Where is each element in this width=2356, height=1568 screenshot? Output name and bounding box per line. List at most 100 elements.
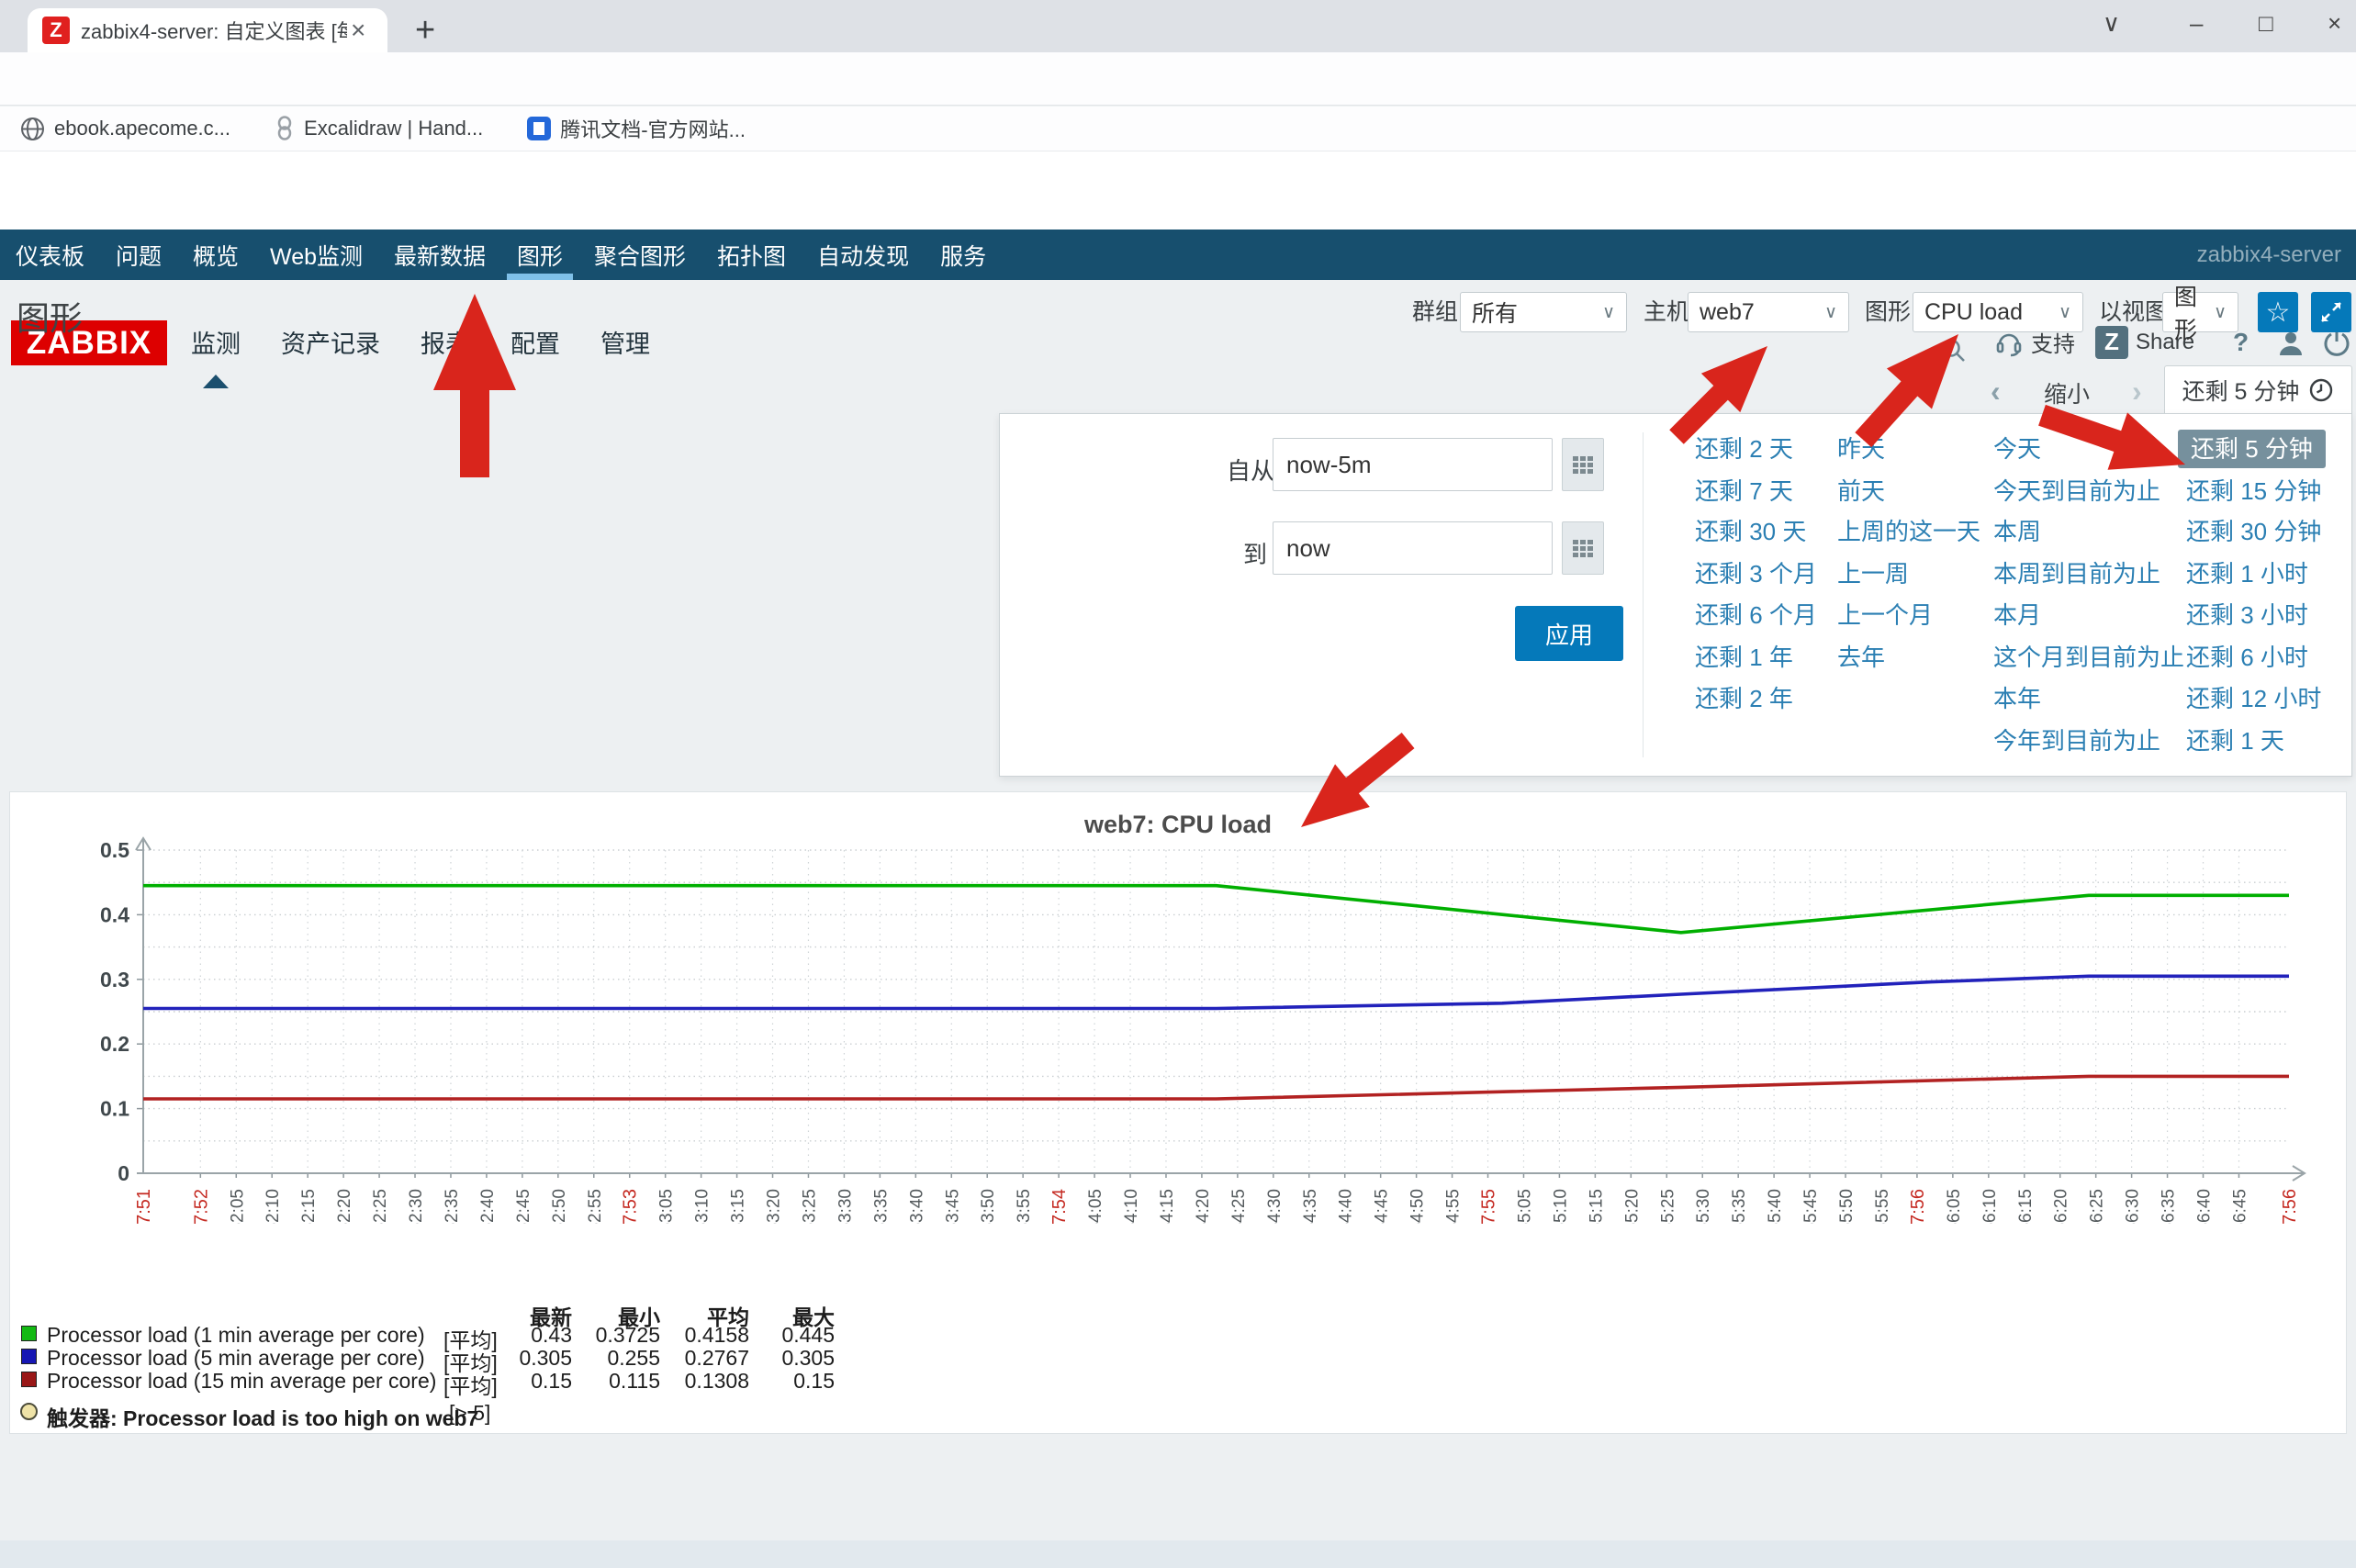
legend-value: 0.305 bbox=[471, 1346, 572, 1371]
fullscreen-button[interactable] bbox=[2311, 292, 2351, 332]
quick-range-link[interactable]: 本年 bbox=[1993, 684, 2041, 713]
menu-item-monitoring[interactable]: 监测 bbox=[191, 324, 241, 360]
chevron-down-icon: ∨ bbox=[1824, 302, 1837, 323]
browser-tab[interactable]: Z zabbix4-server: 自定义图表 [每 × bbox=[28, 8, 387, 52]
legend-series-name: Processor load (5 min average per core) bbox=[47, 1346, 425, 1371]
view-as-filter-label: 以视图 bbox=[2099, 292, 2168, 332]
bottom-scroll-strip bbox=[0, 1540, 2356, 1568]
quick-range-link[interactable]: 还剩 1 小时 bbox=[2186, 559, 2308, 588]
bookmark-item[interactable]: Excalidraw | Hand... bbox=[275, 116, 483, 141]
search-icon[interactable] bbox=[1939, 336, 1967, 364]
to-input[interactable] bbox=[1273, 521, 1553, 575]
time-range-tab[interactable]: 还剩 5 分钟 bbox=[2164, 365, 2352, 414]
favourite-button[interactable]: ☆ bbox=[2258, 292, 2298, 332]
window-chevron-icon[interactable]: ∨ bbox=[2103, 9, 2120, 38]
view-as-select[interactable]: 图形∨ bbox=[2162, 292, 2238, 332]
legend-value: 0.255 bbox=[559, 1346, 660, 1371]
subnav-dashboard[interactable]: 仪表板 bbox=[0, 230, 100, 280]
quick-range-link[interactable]: 还剩 12 小时 bbox=[2186, 684, 2321, 713]
quick-range-link[interactable]: 上一个月 bbox=[1837, 600, 1933, 630]
legend-color-swatch bbox=[21, 1349, 37, 1364]
legend-value: 0.305 bbox=[734, 1346, 835, 1371]
to-label: 到 bbox=[1243, 536, 1267, 570]
quick-range-link[interactable]: 今年到目前为止 bbox=[1993, 726, 2160, 756]
bookmark-item[interactable]: 腾讯文档-官方网站... bbox=[527, 114, 746, 143]
subnav-maps[interactable]: 拓扑图 bbox=[701, 230, 802, 280]
window-close-icon[interactable]: × bbox=[2328, 9, 2341, 38]
quick-range-link[interactable]: 还剩 3 小时 bbox=[2186, 600, 2308, 630]
window-minimize-icon[interactable]: – bbox=[2190, 9, 2203, 38]
quick-range-link[interactable]: 今天 bbox=[1993, 434, 2041, 464]
graph-card: web7: CPU load 06-29 17:5117:5217:52:051… bbox=[9, 791, 2347, 1434]
subnav-latest-data[interactable]: 最新数据 bbox=[378, 230, 501, 280]
trigger-icon bbox=[20, 1403, 38, 1420]
quick-range-link[interactable]: 还剩 30 天 bbox=[1695, 517, 1806, 546]
quick-range-link[interactable]: 还剩 3 个月 bbox=[1695, 559, 1817, 588]
quick-range-link[interactable]: 还剩 1 天 bbox=[2186, 726, 2284, 756]
user-profile-icon[interactable] bbox=[2275, 328, 2306, 359]
quick-range-link[interactable]: 上一周 bbox=[1837, 559, 1909, 588]
quick-range-link[interactable]: 今天到目前为止 bbox=[1993, 476, 2160, 506]
quick-range-link[interactable]: 还剩 6 个月 bbox=[1695, 600, 1817, 630]
menu-item-configuration[interactable]: 配置 bbox=[510, 324, 560, 360]
from-input[interactable] bbox=[1273, 438, 1553, 491]
quick-range-link[interactable]: 还剩 15 分钟 bbox=[2186, 476, 2321, 506]
graph-select[interactable]: CPU load∨ bbox=[1913, 292, 2083, 332]
quick-range-link[interactable]: 还剩 2 年 bbox=[1695, 684, 1793, 713]
quick-range-link[interactable]: 上周的这一天 bbox=[1837, 517, 1980, 546]
server-name-label: zabbix4-server bbox=[2197, 242, 2341, 268]
quick-range-link[interactable]: 这个月到目前为止 bbox=[1993, 643, 2184, 672]
quick-range-link[interactable]: 还剩 7 天 bbox=[1695, 476, 1793, 506]
search-input[interactable] bbox=[1657, 329, 1977, 369]
menu-item-reports[interactable]: 报表 bbox=[421, 324, 470, 360]
chevron-down-icon: ∨ bbox=[1602, 302, 1615, 323]
host-select[interactable]: web7∨ bbox=[1688, 292, 1849, 332]
subnav-web[interactable]: Web监测 bbox=[254, 230, 378, 280]
quick-range-link[interactable]: 还剩 1 年 bbox=[1695, 643, 1793, 672]
quick-range-link[interactable]: 还剩 2 天 bbox=[1695, 434, 1793, 464]
paperclip-icon bbox=[275, 116, 295, 141]
time-back-icon[interactable]: ‹ bbox=[1991, 375, 2001, 409]
quick-range-link[interactable]: 本月 bbox=[1993, 600, 2041, 630]
to-calendar-button[interactable] bbox=[1562, 521, 1604, 575]
active-menu-arrow bbox=[203, 375, 229, 388]
subnav-discovery[interactable]: 自动发现 bbox=[802, 230, 925, 280]
quick-range-link[interactable]: 前天 bbox=[1837, 476, 1885, 506]
quick-range-link[interactable]: 昨天 bbox=[1837, 434, 1885, 464]
subnav-graphs[interactable]: 图形 bbox=[501, 230, 578, 280]
quick-range-link[interactable]: 去年 bbox=[1837, 643, 1885, 672]
panel-divider bbox=[1643, 432, 1644, 757]
clock-icon bbox=[2308, 377, 2334, 403]
window-maximize-icon[interactable]: □ bbox=[2259, 9, 2273, 38]
trigger-name: 触发器: Processor load is too high on web7 bbox=[47, 1401, 478, 1432]
menu-item-administration[interactable]: 管理 bbox=[600, 324, 650, 360]
zabbix-favicon: Z bbox=[42, 17, 70, 44]
subnav-screens[interactable]: 聚合图形 bbox=[578, 230, 701, 280]
subnav-services[interactable]: 服务 bbox=[925, 230, 1002, 280]
tab-close-icon[interactable]: × bbox=[351, 17, 365, 43]
zabbix-header: ZABBIX 监测 资产记录 报表 配置 管理 支持 Z Share ? bbox=[0, 151, 2356, 230]
star-icon: ☆ bbox=[2266, 297, 2291, 329]
quick-range-link[interactable]: 还剩 30 分钟 bbox=[2186, 517, 2321, 546]
calendar-icon bbox=[1571, 536, 1595, 560]
quick-range-link[interactable]: 还剩 6 小时 bbox=[2186, 643, 2308, 672]
legend-value: 0.115 bbox=[559, 1369, 660, 1394]
apply-button[interactable]: 应用 bbox=[1515, 606, 1623, 661]
menu-item-inventory[interactable]: 资产记录 bbox=[281, 324, 380, 360]
logout-power-icon[interactable] bbox=[2321, 328, 2352, 359]
zoom-out-button[interactable]: 缩小 bbox=[2044, 376, 2090, 409]
quick-range-link[interactable]: 本周到目前为止 bbox=[1993, 559, 2160, 588]
globe-icon bbox=[20, 117, 45, 141]
new-tab-button[interactable]: + bbox=[415, 11, 435, 50]
group-select[interactable]: 所有∨ bbox=[1460, 292, 1627, 332]
subnav-problems[interactable]: 问题 bbox=[100, 230, 177, 280]
time-forward-icon[interactable]: › bbox=[2132, 375, 2142, 409]
legend-value: 0.43 bbox=[471, 1323, 572, 1348]
graph-legend: 最新最小平均最大Processor load (1 min average pe… bbox=[10, 792, 2346, 1433]
browser-toolbar: ← → ⟳ ▲ 不安全 10.0.0.61/zabbix/charts.php?… bbox=[0, 52, 2356, 106]
from-calendar-button[interactable] bbox=[1562, 438, 1604, 491]
subnav-overview[interactable]: 概览 bbox=[177, 230, 254, 280]
quick-range-link[interactable]: 本周 bbox=[1993, 517, 2041, 546]
bookmark-item[interactable]: ebook.apecome.c... bbox=[20, 117, 230, 141]
quick-range-link-selected[interactable]: 还剩 5 分钟 bbox=[2178, 430, 2326, 468]
